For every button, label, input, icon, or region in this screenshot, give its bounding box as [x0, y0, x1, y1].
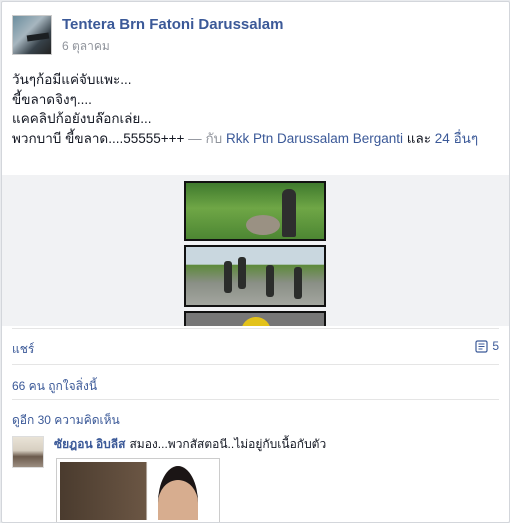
comment-photo-content — [60, 462, 216, 520]
likes-row: 66 คน ถูกใจสิ่งนี้ — [12, 364, 499, 400]
comment-photo[interactable] — [56, 458, 220, 522]
commenter-avatar[interactable] — [12, 436, 44, 468]
comment-icon — [475, 339, 488, 353]
photo-detail — [224, 261, 232, 293]
photo-thumbnail[interactable] — [184, 311, 326, 326]
photo-album — [2, 175, 509, 326]
photo-thumbnail[interactable] — [184, 181, 326, 241]
others-link[interactable]: 24 อื่นๆ — [435, 131, 478, 146]
with-dash: — — [188, 130, 202, 146]
more-comments-row: ดูอีก 30 ความคิดเห็น — [12, 399, 499, 430]
share-link[interactable]: แชร์ — [12, 340, 34, 359]
view-more-comments-link[interactable]: ดูอีก 30 ความคิดเห็น — [12, 411, 120, 430]
and-word: และ — [406, 130, 432, 146]
tagged-page-link[interactable]: Rkk Ptn Darussalam Berganti — [226, 131, 403, 146]
post-header: Tentera Brn Fatoni Darussalam 6 ตุลาคม — [12, 15, 283, 55]
comment-count-button[interactable]: 5 — [475, 339, 499, 353]
post-message: วันๆก้อมีแค่จับแพะ... ขี้ขลาดจิงๆ.... แค… — [12, 70, 500, 148]
post-line-last: พวกบาบี ขี้ขลาด....55555+++ — กับ Rkk Pt… — [12, 129, 500, 149]
post-line: ขี้ขลาดจิงๆ.... — [12, 91, 92, 107]
post-date[interactable]: 6 ตุลาคม — [62, 38, 283, 54]
author-name[interactable]: Tentera Brn Fatoni Darussalam — [62, 15, 283, 35]
with-prefix: กับ — [205, 130, 223, 146]
likes-count-link[interactable]: 66 คน ถูกใจสิ่งนี้ — [12, 377, 97, 396]
photo-detail — [238, 257, 246, 289]
post-line: พวกบาบี ขี้ขลาด....55555+++ — [12, 130, 185, 146]
photo-detail — [241, 317, 271, 326]
photo-detail — [282, 189, 296, 237]
comment-body: ซัยฎอน อิบลีส สมอง...พวกสัสตอนี..ไม่อยู่ก… — [54, 436, 500, 452]
post-line: วันๆก้อมีแค่จับแพะ... — [12, 72, 132, 87]
author-info: Tentera Brn Fatoni Darussalam 6 ตุลาคม — [62, 15, 283, 55]
post-actions: แชร์ 5 — [12, 328, 499, 365]
photo-detail — [266, 265, 274, 297]
photo-detail — [294, 267, 302, 299]
photo-thumbnail[interactable] — [184, 245, 326, 307]
commenter-name[interactable]: ซัยฎอน อิบลีส — [54, 437, 125, 451]
comment-text: สมอง...พวกสัสตอนี..ไม่อยู่กับเนื้อกับตัว — [129, 437, 327, 451]
photo-detail — [246, 215, 280, 235]
comment-count: 5 — [492, 339, 499, 353]
photo-detail — [158, 466, 198, 520]
post-line: แคคลิปก้อยังบล๊อกเล่ย... — [12, 111, 152, 126]
post-card: Tentera Brn Fatoni Darussalam 6 ตุลาคม ว… — [1, 1, 510, 523]
author-avatar[interactable] — [12, 15, 52, 55]
